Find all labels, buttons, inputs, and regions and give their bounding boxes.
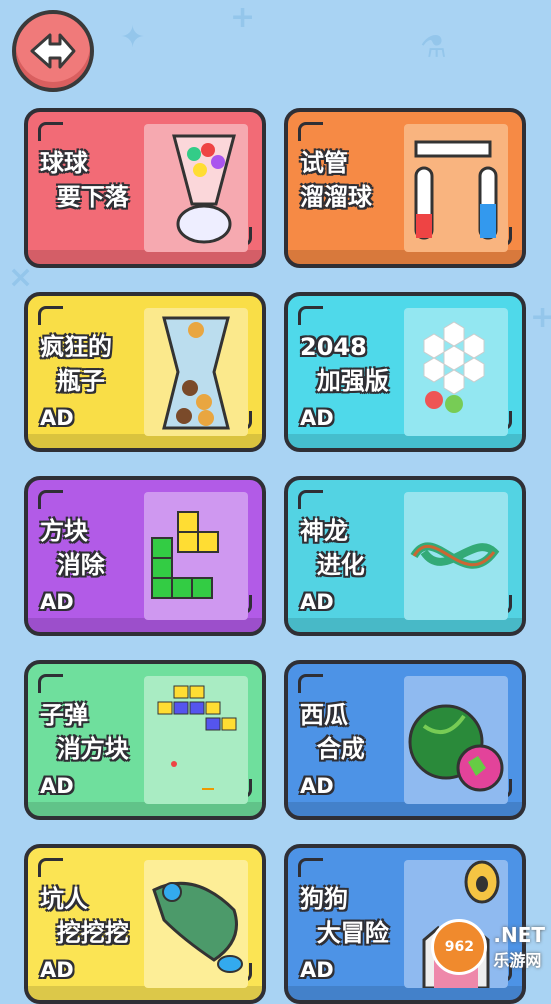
game-card[interactable]: 方块 消除 AD [24, 476, 266, 636]
corner-decoration [38, 490, 63, 509]
card-shade [288, 250, 522, 264]
background-deco: ⚗ [420, 30, 447, 65]
ad-label: AD [300, 590, 334, 614]
corner-decoration [298, 490, 323, 509]
ad-label: AD [40, 406, 74, 430]
card-shade [288, 986, 522, 1000]
corner-decoration [298, 122, 323, 141]
card-shade [288, 434, 522, 448]
game-title: 神龙 进化 [300, 517, 365, 579]
game-title: 2048 加强版 [300, 333, 389, 395]
background-deco: ✦ [120, 20, 146, 55]
game-card[interactable]: 试管 溜溜球 [284, 108, 526, 268]
ad-label: AD [40, 774, 74, 798]
card-shade [288, 802, 522, 816]
corner-decoration [38, 674, 63, 693]
game-title: 狗狗 大冒险 [300, 885, 389, 947]
game-card[interactable]: 西瓜 合成 AD [284, 660, 526, 820]
corner-decoration [38, 306, 63, 325]
ad-label: AD [40, 590, 74, 614]
game-title: 疯狂的 瓶子 [40, 333, 112, 395]
card-shade [28, 802, 262, 816]
game-card[interactable]: 坑人 挖挖挖 AD [24, 844, 266, 1004]
ad-label: AD [300, 406, 334, 430]
watermelon-icon [404, 676, 508, 804]
ad-label: AD [300, 774, 334, 798]
game-card[interactable]: 球球 要下落 [24, 108, 266, 268]
watermark-sub: 乐游网 [493, 951, 542, 970]
back-arrow-icon [30, 33, 76, 69]
card-shade [288, 618, 522, 632]
corner-decoration [298, 674, 323, 693]
bottle-balls-icon [144, 308, 248, 436]
corner-decoration [38, 122, 63, 141]
hex-2048-icon [404, 308, 508, 436]
game-card[interactable]: 2048 加强版 AD [284, 292, 526, 452]
watermark-badge: 962 [431, 919, 488, 975]
back-button[interactable] [12, 10, 94, 92]
card-shade [28, 618, 262, 632]
game-title: 西瓜 合成 [300, 701, 365, 763]
blocks-icon [144, 492, 248, 620]
dragon-icon [404, 492, 508, 620]
corner-decoration [298, 858, 323, 877]
game-card[interactable]: 疯狂的 瓶子 AD [24, 292, 266, 452]
game-card[interactable]: 子弹 消方块 AD [24, 660, 266, 820]
background-deco: + [230, 0, 256, 35]
dig-icon [144, 860, 248, 988]
corner-decoration [298, 306, 323, 325]
ad-label: AD [300, 958, 334, 982]
game-title: 球球 要下落 [40, 149, 129, 211]
background-deco: × [8, 260, 34, 295]
ball-cup-icon [144, 124, 248, 252]
ad-label: AD [40, 958, 74, 982]
corner-decoration [38, 858, 63, 877]
game-title: 子弹 消方块 [40, 701, 129, 763]
card-shade [28, 250, 262, 264]
card-shade [28, 986, 262, 1000]
game-title: 坑人 挖挖挖 [40, 885, 129, 947]
watermark-text: .NET [493, 923, 545, 947]
test-tube-icon [404, 124, 508, 252]
game-title: 试管 溜溜球 [300, 149, 372, 211]
card-shade [28, 434, 262, 448]
game-card[interactable]: 神龙 进化 AD [284, 476, 526, 636]
watermark: 962 .NET 乐游网 [431, 919, 545, 975]
background-deco: + [530, 300, 551, 335]
bullet-blocks-icon [144, 676, 248, 804]
game-title: 方块 消除 [40, 517, 105, 579]
